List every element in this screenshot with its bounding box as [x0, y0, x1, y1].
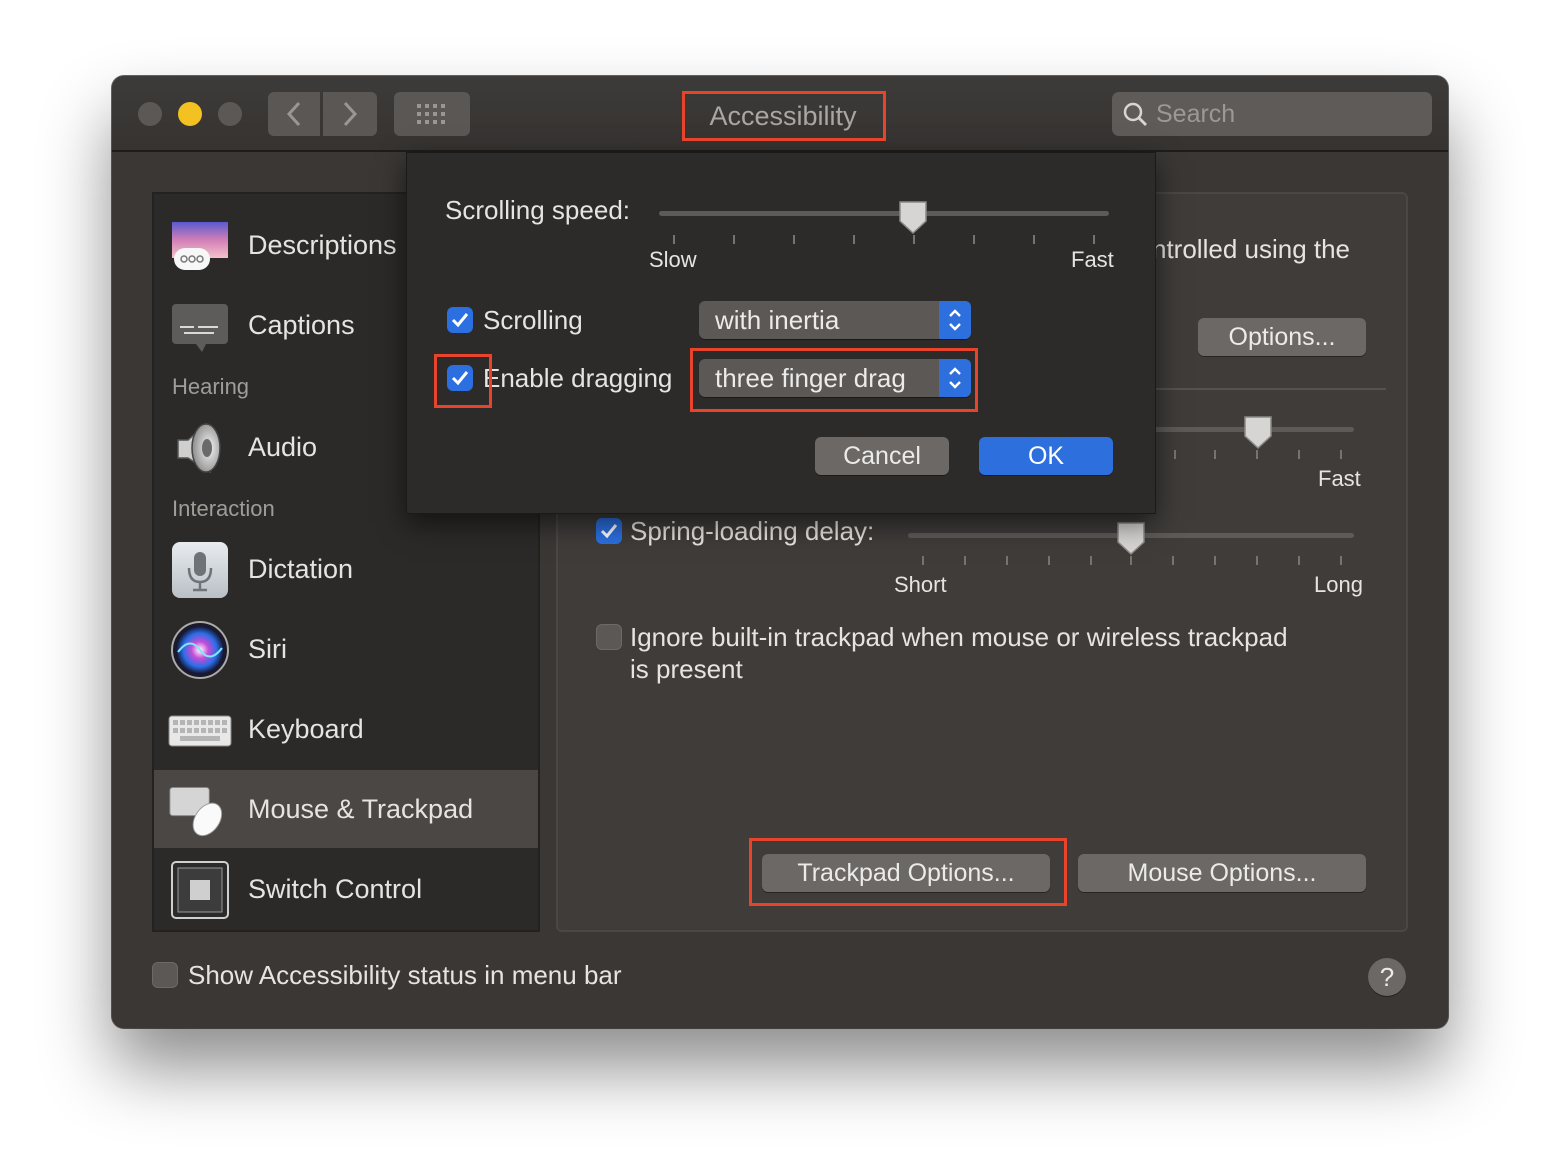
mouse-trackpad-icon	[169, 787, 223, 837]
slider-knob[interactable]	[1115, 520, 1147, 556]
show-all-button[interactable]	[394, 92, 470, 136]
pane-description-text: ntrolled using the	[1152, 234, 1351, 264]
sidebar-section-header: Hearing	[172, 374, 250, 399]
title-bar: Accessibility Search	[112, 76, 1448, 152]
microphone-icon	[172, 542, 228, 598]
ignore-trackpad-label-line2: is present	[630, 654, 743, 684]
spring-loading-checkbox[interactable]	[596, 518, 622, 544]
forward-button[interactable]	[323, 92, 377, 136]
scrolling-speed-fast-label: Fast	[1071, 247, 1114, 272]
ignore-trackpad-label-line1: Ignore built-in trackpad when mouse or w…	[630, 622, 1288, 652]
spring-loading-short-label: Short	[894, 572, 947, 597]
double-click-fast-label: Fast	[1318, 466, 1361, 491]
spring-loading-long-label: Long	[1314, 572, 1363, 597]
search-placeholder: Search	[1156, 99, 1236, 128]
sidebar-item-siri[interactable]: Siri	[154, 610, 538, 688]
help-button[interactable]: ?	[1368, 958, 1406, 996]
close-window-button[interactable]	[138, 102, 162, 126]
sidebar-item-switch-control[interactable]: Switch Control	[154, 850, 538, 928]
enable-dragging-checkbox[interactable]	[447, 365, 473, 391]
checkmark-icon	[451, 313, 469, 328]
mouse-options-button[interactable]: Mouse Options...	[1078, 854, 1366, 892]
sidebar-section-header: Interaction	[172, 496, 275, 521]
siri-icon	[171, 621, 229, 679]
sidebar-item-label: Captions	[248, 309, 355, 340]
minimize-window-button[interactable]	[178, 102, 202, 126]
show-status-label: Show Accessibility status in menu bar	[188, 960, 622, 990]
checkmark-icon	[451, 371, 469, 386]
sidebar-item-mouse-trackpad[interactable]: Mouse & Trackpad	[154, 770, 538, 848]
dragging-style-select[interactable]: three finger drag	[699, 359, 971, 397]
slider-knob[interactable]	[1242, 414, 1274, 450]
chevron-left-icon	[286, 101, 301, 127]
spring-loading-label: Spring-loading delay:	[630, 516, 875, 546]
window-title: Accessibility	[709, 100, 857, 131]
search-icon	[1123, 102, 1147, 126]
sidebar-item-label: Mouse & Trackpad	[248, 793, 474, 824]
dragging-style-value: three finger drag	[715, 363, 906, 393]
zoom-window-button[interactable]	[218, 102, 242, 126]
back-button[interactable]	[268, 92, 320, 136]
grid-icon	[417, 104, 445, 124]
sidebar-item-keyboard[interactable]: Keyboard	[154, 690, 538, 768]
sidebar-item-label: Audio	[248, 431, 318, 462]
show-status-checkbox[interactable]	[152, 962, 178, 988]
cancel-button[interactable]: Cancel	[815, 437, 949, 475]
scrolling-checkbox[interactable]	[447, 307, 473, 333]
chevron-right-icon	[343, 101, 358, 127]
spring-loading-slider[interactable]	[908, 522, 1358, 566]
enable-dragging-label: Enable dragging	[483, 363, 673, 393]
double-click-speed-slider[interactable]	[1148, 416, 1358, 460]
divider	[1156, 388, 1386, 390]
accessibility-window: Accessibility Search Descriptions Captio…	[112, 76, 1448, 1028]
keyboard-icon	[168, 715, 232, 747]
scrolling-speed-slow-label: Slow	[649, 247, 697, 272]
updown-arrows-icon	[939, 301, 971, 339]
updown-arrows-icon	[939, 359, 971, 397]
checkmark-icon	[600, 524, 618, 539]
sidebar-item-label: Siri	[248, 633, 287, 664]
sidebar-item-label: Switch Control	[248, 873, 423, 904]
ignore-trackpad-checkbox[interactable]	[596, 624, 622, 650]
scrolling-speed-label: Scrolling speed:	[445, 195, 630, 225]
speaker-icon	[177, 422, 221, 474]
scrolling-label: Scrolling	[483, 305, 583, 335]
slider-knob[interactable]	[897, 199, 929, 235]
sidebar-item-label: Dictation	[248, 553, 354, 584]
ok-button[interactable]: OK	[979, 437, 1113, 475]
sidebar-item-label: Descriptions	[248, 229, 397, 260]
captions-icon	[172, 304, 228, 352]
scrolling-speed-slider[interactable]	[659, 201, 1111, 251]
scrolling-mode-select[interactable]: with inertia	[699, 301, 971, 339]
sidebar-item-label: Keyboard	[248, 713, 364, 744]
descriptions-icon	[172, 222, 228, 270]
options-button[interactable]: Options...	[1198, 318, 1366, 356]
scrolling-mode-value: with inertia	[715, 305, 840, 335]
switch-control-icon	[171, 861, 229, 919]
sidebar-item-dictation[interactable]: Dictation	[154, 530, 538, 608]
search-input[interactable]: Search	[1112, 92, 1432, 136]
trackpad-options-sheet: Scrolling speed: Slow Fast Scrolling wit…	[406, 152, 1156, 514]
trackpad-options-button[interactable]: Trackpad Options...	[762, 854, 1050, 892]
